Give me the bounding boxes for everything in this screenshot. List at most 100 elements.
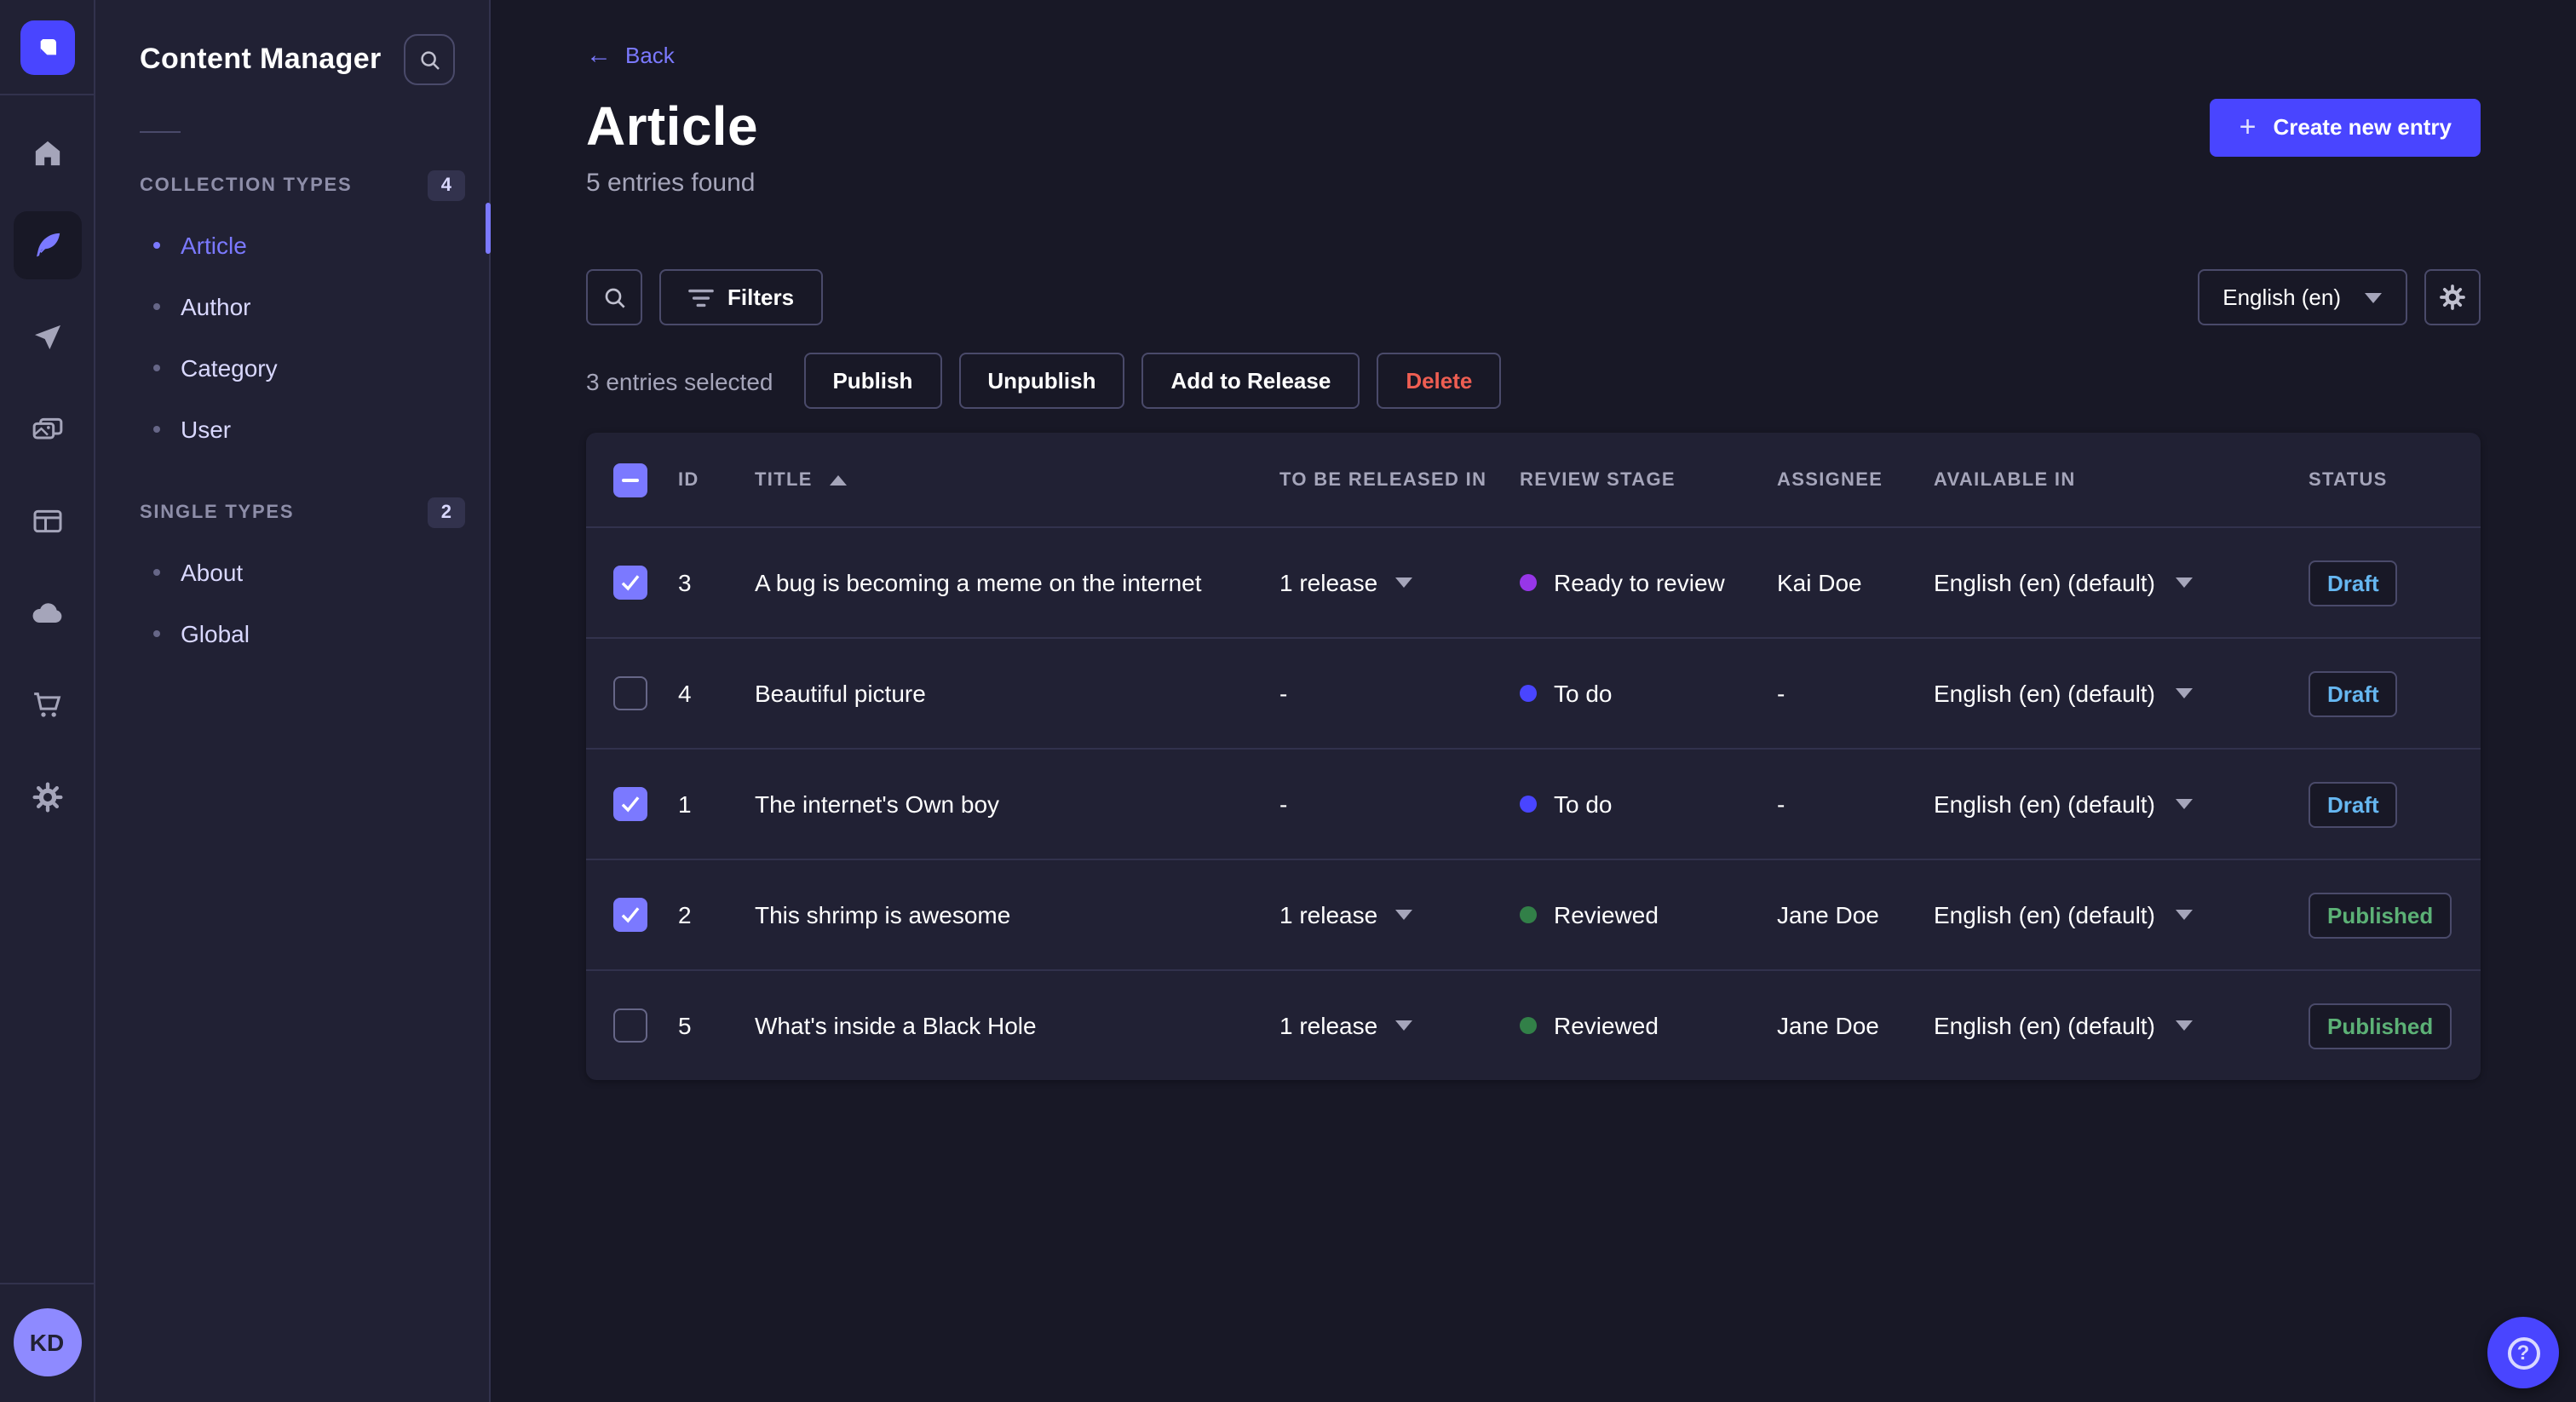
marketplace-cart-icon[interactable] [13, 671, 81, 739]
row-checkbox[interactable] [613, 566, 647, 600]
plus-icon: + [2239, 110, 2257, 142]
sidebar-item-label: About [181, 559, 244, 586]
sidebar-item-about[interactable]: About [95, 542, 489, 603]
add-to-release-button[interactable]: Add to Release [1141, 353, 1360, 409]
select-all-checkbox[interactable] [613, 463, 647, 497]
row-assignee: - [1777, 680, 1785, 707]
locale-select[interactable]: English (en) [2197, 269, 2407, 325]
row-locale-select[interactable]: English (en) (default) [1934, 680, 2309, 707]
bullet-icon [153, 630, 160, 637]
review-stage-dot [1520, 906, 1537, 923]
sidebar-item-label: User [181, 416, 232, 443]
table-header-row: ID TITLE TO BE RELEASED IN REVIEW STAGE … [586, 433, 2481, 526]
row-assignee: Kai Doe [1777, 569, 1862, 596]
settings-gear-icon[interactable] [13, 763, 81, 831]
row-checkbox[interactable] [613, 787, 647, 821]
unpublish-button[interactable]: Unpublish [958, 353, 1125, 409]
row-assignee: - [1777, 790, 1785, 818]
filters-button[interactable]: Filters [659, 269, 824, 325]
sidebar-item-user[interactable]: User [95, 399, 489, 460]
row-review-stage: Reviewed [1520, 1012, 1777, 1039]
row-review-stage: To do [1520, 680, 1777, 707]
sidebar-title: Content Manager [140, 43, 382, 75]
user-avatar[interactable]: KD [13, 1308, 81, 1376]
bullet-icon [153, 242, 160, 249]
review-stage-dot [1520, 1017, 1537, 1034]
sidebar-item-article[interactable]: Article [95, 215, 489, 276]
sidebar-item-category[interactable]: Category [95, 337, 489, 399]
status-badge: Draft [2309, 560, 2398, 606]
publish-button[interactable]: Publish [803, 353, 942, 409]
releases-icon[interactable] [13, 303, 81, 371]
row-title: The internet's Own boy [755, 790, 1000, 818]
check-icon [621, 796, 640, 813]
home-icon[interactable] [13, 119, 81, 187]
release-chevron-icon [1394, 577, 1412, 588]
sidebar-search-button[interactable] [404, 34, 455, 85]
review-stage-dot [1520, 796, 1537, 813]
col-status[interactable]: STATUS [2309, 469, 2481, 490]
row-checkbox[interactable] [613, 898, 647, 932]
media-library-icon[interactable] [13, 395, 81, 463]
gear-icon [2440, 284, 2465, 310]
row-title: What's inside a Black Hole [755, 1012, 1037, 1039]
table-row[interactable]: 4 Beautiful picture - To do - English (e… [586, 637, 2481, 748]
row-release-select[interactable]: 1 release [1279, 569, 1520, 596]
col-available-in[interactable]: AVAILABLE IN [1934, 469, 2309, 490]
row-release-select[interactable]: - [1279, 790, 1520, 818]
delete-button[interactable]: Delete [1377, 353, 1502, 409]
sidebar-item-global[interactable]: Global [95, 603, 489, 664]
row-assignee: Jane Doe [1777, 1012, 1879, 1039]
col-assignee[interactable]: ASSIGNEE [1777, 469, 1934, 490]
row-release-select[interactable]: 1 release [1279, 1012, 1520, 1039]
chevron-down-icon [2175, 910, 2193, 920]
bullet-icon [153, 426, 160, 433]
col-to-be-released-in[interactable]: TO BE RELEASED IN [1279, 469, 1520, 490]
row-locale-select[interactable]: English (en) (default) [1934, 1012, 2309, 1039]
entries-table: ID TITLE TO BE RELEASED IN REVIEW STAGE … [586, 433, 2481, 1080]
table-row[interactable]: 3 A bug is becoming a meme on the intern… [586, 526, 2481, 637]
strapi-logo[interactable] [20, 20, 74, 74]
sidebar-item-author[interactable]: Author [95, 276, 489, 337]
question-mark-icon: ? [2507, 1336, 2539, 1369]
chevron-down-icon [2365, 292, 2382, 302]
row-review-stage: Reviewed [1520, 901, 1777, 928]
content-manager-icon[interactable] [13, 211, 81, 279]
row-checkbox[interactable] [613, 676, 647, 710]
bullet-icon [153, 569, 160, 576]
release-chevron-icon [1394, 910, 1412, 920]
col-id[interactable]: ID [678, 469, 755, 490]
table-row[interactable]: 5 What's inside a Black Hole 1 release R… [586, 969, 2481, 1080]
table-row[interactable]: 1 The internet's Own boy - To do - Engli… [586, 748, 2481, 859]
row-release-select[interactable]: 1 release [1279, 901, 1520, 928]
row-locale-select[interactable]: English (en) (default) [1934, 569, 2309, 596]
single-types-count: 2 [427, 497, 465, 528]
back-arrow-icon: ← [586, 41, 612, 70]
content-type-builder-icon[interactable] [13, 487, 81, 555]
row-checkbox[interactable] [613, 1008, 647, 1043]
sidebar-item-label: Article [181, 232, 247, 259]
col-review-stage[interactable]: REVIEW STAGE [1520, 469, 1777, 490]
chevron-down-icon [2175, 577, 2193, 588]
row-id: 4 [678, 680, 692, 707]
sort-ascending-icon [829, 474, 847, 485]
review-stage-dot [1520, 574, 1537, 591]
table-row[interactable]: 2 This shrimp is awesome 1 release Revie… [586, 859, 2481, 969]
help-button[interactable]: ? [2487, 1317, 2559, 1388]
status-badge: Published [2309, 1003, 2452, 1049]
check-icon [621, 907, 640, 923]
row-review-stage: To do [1520, 790, 1777, 818]
search-button[interactable] [586, 269, 642, 325]
row-release-select[interactable]: - [1279, 680, 1520, 707]
sidebar-item-label: Category [181, 354, 278, 382]
row-locale-select[interactable]: English (en) (default) [1934, 901, 2309, 928]
bullet-icon [153, 365, 160, 371]
indeterminate-dash-icon [622, 478, 639, 481]
status-badge: Draft [2309, 781, 2398, 827]
view-settings-button[interactable] [2424, 269, 2481, 325]
create-entry-button[interactable]: + Create new entry [2210, 98, 2481, 156]
col-title[interactable]: TITLE [755, 469, 1279, 490]
back-link[interactable]: ← Back [586, 43, 675, 68]
deploy-cloud-icon[interactable] [13, 579, 81, 647]
row-locale-select[interactable]: English (en) (default) [1934, 790, 2309, 818]
